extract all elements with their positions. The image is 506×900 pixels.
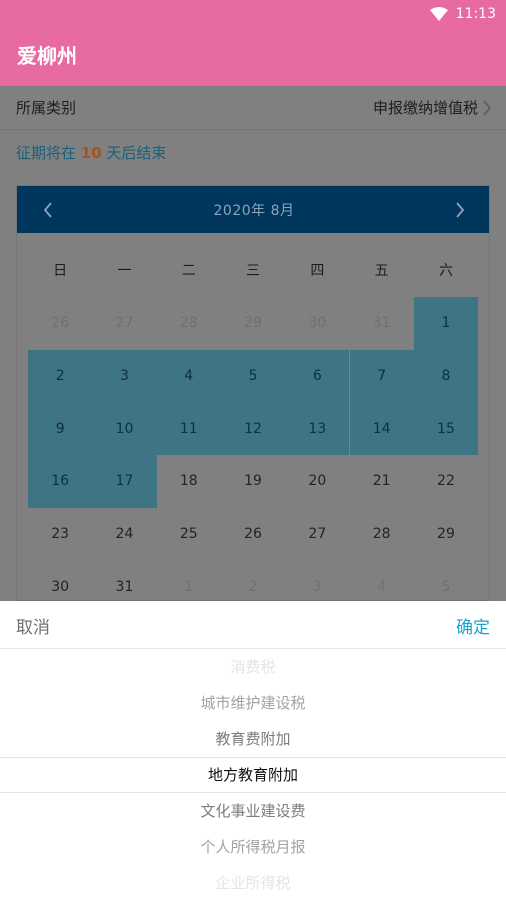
calendar-day[interactable]: 5 [414,561,478,601]
picker-toolbar: 取消 确定 [0,601,506,649]
weekday-label: 三 [246,263,261,280]
calendar-day[interactable]: 10 [92,402,157,456]
calendar-day[interactable]: 28 [157,297,221,350]
calendar-day[interactable]: 23 [28,508,92,561]
deadline-row: 征期将在 10 天后结束 [0,130,506,174]
calendar-month-title: 2020年 8月 [213,203,295,219]
picker-option-selected[interactable]: 地方教育附加 [0,765,506,785]
calendar-day[interactable]: 27 [285,508,349,561]
category-value: 申报缴纳增值税 [372,99,478,117]
picker-option[interactable]: 文化事业建设费 [0,801,506,821]
chevron-right-icon [483,100,492,116]
calendar-day[interactable]: 28 [350,508,414,561]
calendar-day[interactable]: 3 [285,561,349,601]
status-time: 11:13 [455,6,496,22]
picker-sheet: 取消 确定 消费税城市维护建设税 教育费附加地方教育附加 文化事业建设费 个人所得税月… [0,601,506,900]
calendar-day[interactable]: 31 [350,297,414,350]
calendar-day[interactable]: 27 [92,297,156,350]
calendar-day[interactable]: 17 [92,455,157,508]
deadline-days: 10 [80,144,102,162]
calendar-day[interactable]: 25 [157,508,221,561]
deadline-text: 征期将在 10 天后结束 [16,144,167,162]
wifi-icon [429,7,448,21]
calendar-day[interactable]: 3 [92,349,157,403]
status-bar: 11:13 [429,5,496,23]
weekday-label: 一 [117,263,132,280]
cancel-button[interactable]: 取消 [16,613,50,638]
calendar: 2020年 8月 日一二三四五六 26 27 28 29 30 31 1 2 3 4 5 6 7 8 9 10 1… [16,185,490,601]
calendar-header: 2020年 8月 [17,186,489,233]
calendar-day[interactable]: 13 [285,402,350,456]
calendar-day[interactable]: 1 [157,561,221,601]
selection-line-top [0,757,506,758]
calendar-day[interactable]: 5 [220,349,286,403]
picker-option[interactable]: 城市维护建设税 [0,693,506,713]
picker-option[interactable]: 企业所得税 [0,873,506,893]
calendar-day[interactable]: 8 [413,349,479,403]
calendar-day[interactable]: 15 [413,402,479,456]
calendar-day[interactable]: 31 [92,561,156,601]
picker-option[interactable]: 个人所得税月报 [0,837,506,857]
weekday-label: 六 [438,263,453,280]
calendar-day[interactable]: 24 [92,508,156,561]
calendar-day[interactable]: 21 [350,455,414,508]
category-label: 所属类别 [16,99,77,117]
next-month-button[interactable] [453,201,467,219]
selection-line-bottom [0,792,506,793]
calendar-day[interactable]: 2 [28,349,93,403]
calendar-day[interactable]: 18 [157,455,221,508]
app-header: 11:13 爱柳州 [0,0,506,86]
page-title: 爱柳州 [17,44,77,68]
calendar-day[interactable]: 6 [285,349,350,403]
calendar-day[interactable]: 19 [221,455,285,508]
calendar-day[interactable]: 1 [413,297,479,350]
calendar-day[interactable]: 16 [28,455,93,508]
calendar-day[interactable]: 11 [156,402,221,456]
calendar-day[interactable]: 22 [414,455,478,508]
weekday-label: 二 [181,263,196,280]
confirm-button[interactable]: 确定 [456,613,490,638]
category-row[interactable]: 所属类别 申报缴纳增值税 [0,86,506,130]
picker-option[interactable]: 教育费附加 [0,729,506,749]
calendar-day[interactable]: 29 [414,508,478,561]
calendar-day[interactable]: 30 [285,297,349,350]
calendar-day[interactable]: 9 [28,402,93,456]
calendar-day[interactable]: 2 [221,561,285,601]
calendar-day[interactable]: 30 [28,561,92,601]
picker-option[interactable]: 消费税 [0,657,506,677]
calendar-day[interactable]: 4 [156,349,221,403]
weekday-label: 五 [374,263,389,280]
calendar-day[interactable]: 26 [28,297,92,350]
calendar-day[interactable]: 7 [349,349,414,403]
calendar-day[interactable]: 14 [349,402,414,456]
calendar-day[interactable]: 12 [220,402,286,456]
tax-type-wheel[interactable]: 消费税城市维护建设税 教育费附加地方教育附加 文化事业建设费 个人所得税月报 企业所得税 [0,649,506,900]
calendar-day[interactable]: 4 [350,561,414,601]
calendar-day[interactable]: 20 [285,455,349,508]
weekday-label: 四 [310,263,325,280]
calendar-day[interactable]: 26 [221,508,285,561]
calendar-day[interactable]: 29 [221,297,285,350]
weekday-label: 日 [53,263,68,280]
